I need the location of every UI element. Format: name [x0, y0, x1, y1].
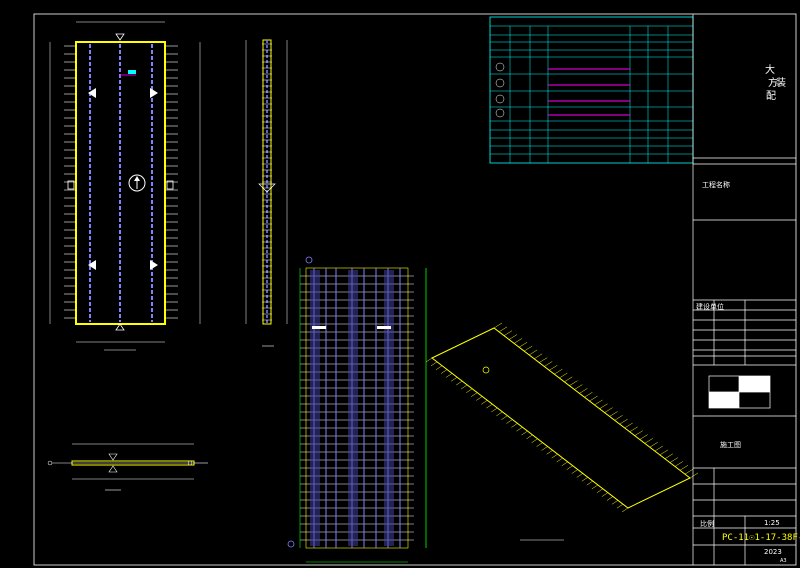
scale-value: 1:25: [764, 519, 780, 527]
category-char-3: 装: [776, 78, 786, 89]
rebar-layout-view: [287, 256, 427, 563]
section-mark-top: [115, 33, 125, 41]
category-char-4: 配: [766, 91, 776, 102]
category-char-1: 大: [765, 65, 775, 76]
project-label: 工程名称: [702, 181, 730, 189]
date-value: 2023: [764, 548, 782, 556]
lifting-point-marker-4: [150, 260, 158, 270]
title-block: [692, 14, 796, 565]
side-section-view: [245, 39, 288, 347]
plan-view: [49, 21, 201, 351]
isometric-view: [425, 322, 699, 541]
ratio-label: 比例: [700, 520, 714, 528]
cross-section-view: [47, 443, 208, 491]
material-table: [489, 16, 694, 164]
sheet-size: A3: [780, 558, 787, 564]
company-label: 建设单位: [696, 303, 724, 311]
lifting-point-marker-2: [150, 88, 158, 98]
stage-label: 施工图: [720, 441, 741, 449]
drawing-number: PC-11☉1-17-38F-B12: [722, 533, 800, 543]
cad-drawing-canvas: [33, 13, 797, 566]
